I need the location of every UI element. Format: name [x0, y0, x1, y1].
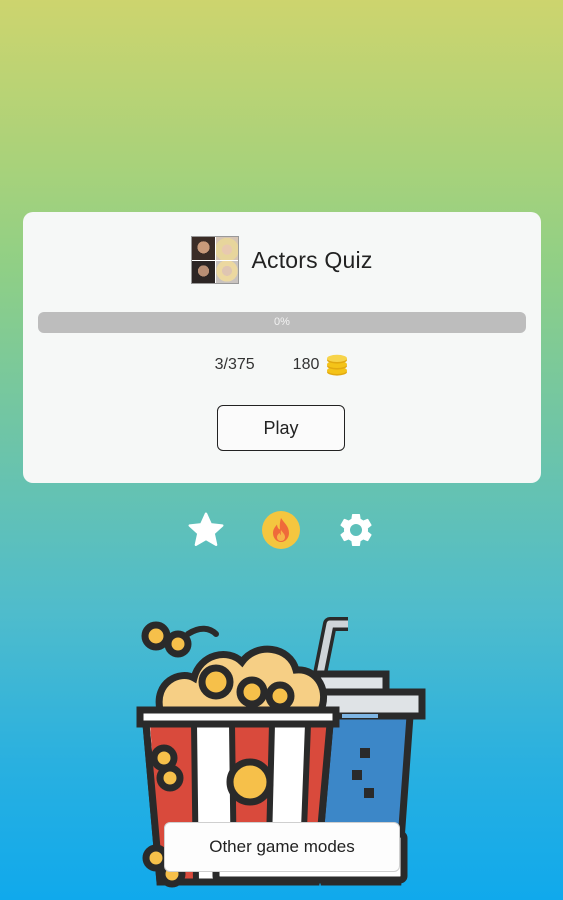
actor-photo	[192, 260, 215, 283]
progress-label: 0%	[274, 316, 290, 328]
actor-photo	[215, 237, 239, 260]
gear-icon	[340, 513, 372, 546]
settings-button[interactable]	[335, 509, 377, 551]
quiz-card: Actors Quiz 0% 3/375 180 Play	[23, 212, 541, 483]
favorites-button[interactable]	[185, 509, 227, 551]
hot-button[interactable]	[260, 509, 302, 551]
other-game-modes-button[interactable]: Other game modes	[164, 822, 400, 872]
solved-count: 3/375	[214, 356, 255, 373]
actors-thumbnail	[191, 236, 240, 284]
coin-balance: 180	[293, 353, 350, 377]
action-icons	[0, 509, 563, 551]
fire-icon	[262, 511, 300, 549]
play-button[interactable]: Play	[217, 405, 345, 451]
quiz-stats: 3/375 180	[23, 352, 541, 378]
coins-icon	[327, 354, 348, 376]
progress-bar: 0%	[38, 312, 526, 333]
star-icon	[188, 512, 224, 546]
actor-photo	[215, 260, 239, 283]
actor-photo	[192, 237, 215, 260]
quiz-title: Actors Quiz	[251, 246, 373, 273]
quiz-header: Actors Quiz	[23, 236, 541, 284]
coin-count: 180	[292, 356, 320, 373]
